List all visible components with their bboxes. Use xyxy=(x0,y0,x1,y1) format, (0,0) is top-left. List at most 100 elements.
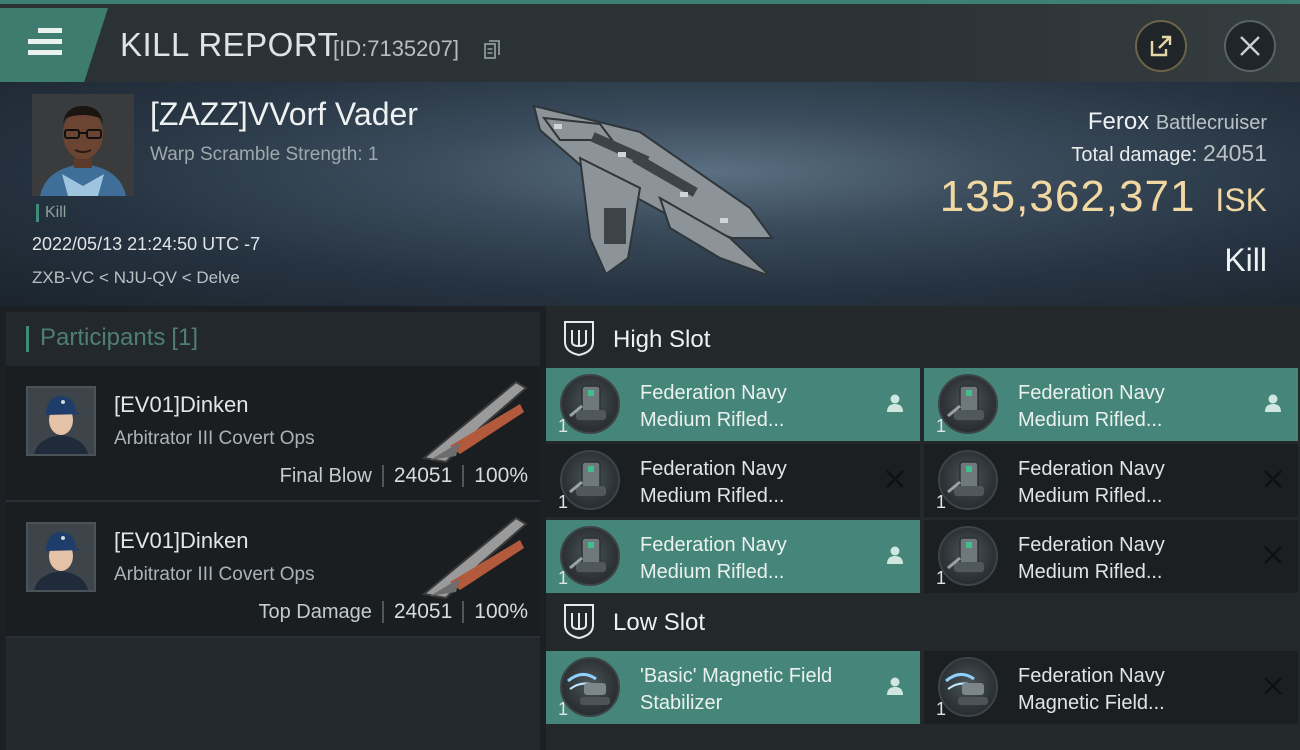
module-slot-high[interactable]: 1 Federation Navy Medium Rifled... xyxy=(924,520,1298,593)
portrait-image xyxy=(32,94,134,196)
module-slot-low[interactable]: 1 Federation Navy Magnetic Field... xyxy=(924,651,1298,724)
copy-icon[interactable] xyxy=(484,40,500,60)
module-quantity: 1 xyxy=(558,699,569,719)
module-name-line2: Medium Rifled... xyxy=(1018,485,1163,507)
module-name: Federation Navy Medium Rifled... xyxy=(640,456,787,510)
module-slot-high[interactable]: 1 Federation Navy Medium Rifled... xyxy=(546,444,920,517)
victim-name[interactable]: [ZAZZ]VVorf Vader xyxy=(150,96,418,133)
participant-ship-image xyxy=(421,516,528,600)
menu-button[interactable] xyxy=(0,8,108,82)
divider xyxy=(381,465,384,487)
module-quantity: 1 xyxy=(936,568,947,588)
participant-stats: Top Damage 24051 100% xyxy=(258,600,528,624)
dropped-icon xyxy=(1265,394,1281,412)
close-button[interactable] xyxy=(1224,20,1276,72)
module-name: Federation Navy Medium Rifled... xyxy=(1018,532,1165,586)
isk-unit: ISK xyxy=(1215,182,1267,218)
module-icon-image xyxy=(945,673,988,705)
share-icon xyxy=(1150,35,1172,57)
module-slot-high[interactable]: 1 Federation Navy Medium Rifled... xyxy=(546,520,920,593)
participant-name[interactable]: [EV01]Dinken xyxy=(114,528,249,554)
divider xyxy=(462,601,465,623)
participant-avatar[interactable] xyxy=(26,522,96,592)
module-slot-low[interactable]: 1 'Basic' Magnetic Field Stabilizer xyxy=(546,651,920,724)
low-slot-title: Low Slot xyxy=(613,609,706,636)
ship-class: Battlecruiser xyxy=(1155,112,1267,134)
module-name-line1: Federation Navy xyxy=(640,534,787,556)
module-name-line2: Medium Rifled... xyxy=(640,561,785,583)
participant-row[interactable]: [EV01]Dinken Arbitrator III Covert Ops F… xyxy=(6,366,540,502)
module-name: Federation Navy Magnetic Field... xyxy=(1018,663,1165,717)
low-slot-header: Low Slot xyxy=(546,589,1300,651)
module-name: Federation Navy Medium Rifled... xyxy=(640,532,787,586)
victim-ship-image xyxy=(532,104,774,277)
participant-percent: 100% xyxy=(474,600,528,623)
participant-stats: Final Blow 24051 100% xyxy=(280,464,528,488)
dropped-icon xyxy=(887,394,903,412)
kill-location: ZXB-VC < NJU-QV < Delve xyxy=(32,268,240,287)
module-icon-image xyxy=(569,461,606,496)
page-title: KILL REPORT xyxy=(120,26,339,63)
module-icon xyxy=(938,526,998,586)
ship-name[interactable]: Ferox xyxy=(1088,108,1149,135)
module-name: 'Basic' Magnetic Field Stabilizer xyxy=(640,663,832,717)
share-button[interactable] xyxy=(1135,20,1187,72)
participants-count: [1] xyxy=(171,324,199,351)
victim-avatar[interactable] xyxy=(32,94,134,196)
module-icon xyxy=(560,450,620,510)
module-quantity: 1 xyxy=(936,492,947,512)
participants-header: Participants [1] xyxy=(6,312,540,366)
participant-role: Final Blow xyxy=(279,464,372,487)
isk-value: 135,362,371 xyxy=(939,172,1196,221)
participant-row[interactable]: [EV01]Dinken Arbitrator III Covert Ops T… xyxy=(6,502,540,638)
low-slot-icon xyxy=(564,604,594,639)
module-quantity: 1 xyxy=(558,492,569,512)
hamburger-icon xyxy=(28,28,62,56)
participant-avatar[interactable] xyxy=(26,386,96,456)
high-slot-icon xyxy=(564,321,594,356)
module-icon-image xyxy=(567,673,610,705)
kill-result: Kill xyxy=(1224,242,1267,278)
participant-name[interactable]: [EV01]Dinken xyxy=(114,392,249,418)
module-slot-high[interactable]: 1 Federation Navy Medium Rifled... xyxy=(546,368,920,441)
module-name-line1: Federation Navy xyxy=(1018,665,1165,687)
module-name-line2: Magnetic Field... xyxy=(1018,692,1165,714)
participant-damage: 24051 xyxy=(393,600,453,623)
portrait-image xyxy=(28,524,94,590)
module-name-line1: Federation Navy xyxy=(1018,382,1165,404)
divider xyxy=(381,601,384,623)
module-quantity: 1 xyxy=(558,568,569,588)
module-name-line1: Federation Navy xyxy=(640,382,787,404)
module-quantity: 1 xyxy=(936,416,947,436)
kill-datetime: 2022/05/13 21:24:50 UTC -7 xyxy=(32,234,261,254)
victim-summary: [ZAZZ]VVorf Vader Warp Scramble Strength… xyxy=(0,82,1300,306)
module-icon xyxy=(938,450,998,510)
module-icon xyxy=(560,657,620,717)
module-name: Federation Navy Medium Rifled... xyxy=(1018,380,1165,434)
destroyed-icon xyxy=(1264,677,1282,695)
module-icon-image xyxy=(569,385,606,420)
participants-title: Participants xyxy=(40,324,166,351)
total-damage-value: 24051 xyxy=(1203,140,1267,166)
report-id: [ID:7135207] xyxy=(333,36,459,61)
participant-role: Top Damage xyxy=(258,600,372,623)
module-icon xyxy=(560,526,620,586)
module-name-line2: Medium Rifled... xyxy=(640,485,785,507)
participant-ship: Arbitrator III Covert Ops xyxy=(114,564,315,585)
kill-tag: Kill xyxy=(36,204,66,222)
high-slot-header: High Slot xyxy=(546,306,1300,368)
victim-ship: Ferox Battlecruiser xyxy=(1088,108,1267,136)
module-slot-high[interactable]: 1 Federation Navy Medium Rifled... xyxy=(924,444,1298,517)
module-slot-high[interactable]: 1 Federation Navy Medium Rifled... xyxy=(924,368,1298,441)
module-name: Federation Navy Medium Rifled... xyxy=(1018,456,1165,510)
module-name-line2: Medium Rifled... xyxy=(1018,409,1163,431)
module-name-line2: Medium Rifled... xyxy=(1018,561,1163,583)
dropped-icon xyxy=(887,677,903,695)
fitting-panel: High Slot 1 Federation Navy Medium Rifled.… xyxy=(546,306,1300,750)
module-quantity: 1 xyxy=(936,699,947,719)
module-name-line1: Federation Navy xyxy=(640,458,787,480)
destroyed-icon xyxy=(886,470,904,488)
module-quantity: 1 xyxy=(558,416,569,436)
participants-panel: Participants [1] [EV01]Dinken Arbitrator … xyxy=(6,312,540,750)
divider xyxy=(462,465,465,487)
